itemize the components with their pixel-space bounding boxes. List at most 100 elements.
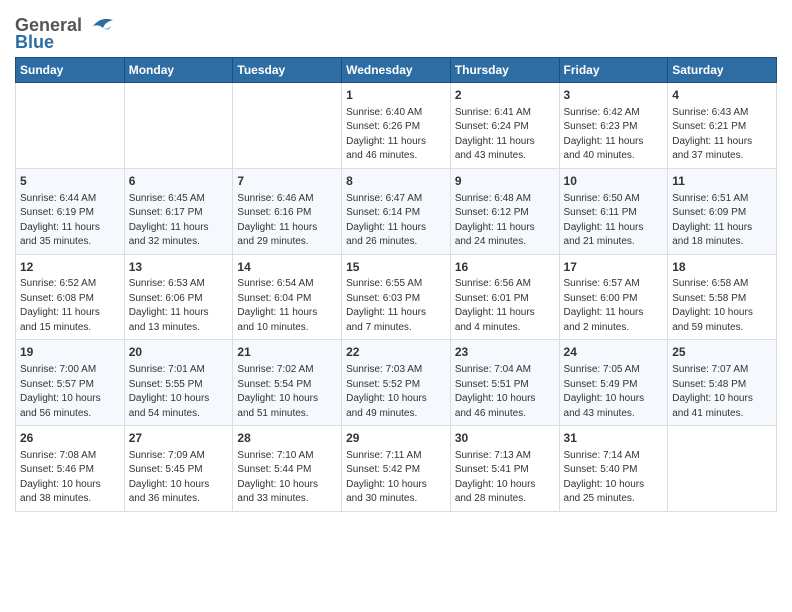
day-info: Sunrise: 6:50 AM Sunset: 6:11 PM Dayligh… xyxy=(564,192,664,250)
weekday-header-monday: Monday xyxy=(124,58,233,83)
day-number: 4 xyxy=(672,87,772,104)
calendar-cell: 11 Sunrise: 6:51 AM Sunset: 6:09 PM Dayli… xyxy=(668,168,777,254)
day-info: Sunrise: 7:10 AM Sunset: 5:44 PM Dayligh… xyxy=(237,449,337,507)
calendar-cell xyxy=(668,426,777,512)
calendar-cell: 27 Sunrise: 7:09 AM Sunset: 5:45 PM Dayli… xyxy=(124,426,233,512)
day-number: 22 xyxy=(346,344,446,361)
calendar-cell: 24 Sunrise: 7:05 AM Sunset: 5:49 PM Dayli… xyxy=(559,340,668,426)
day-info: Sunrise: 6:44 AM Sunset: 6:19 PM Dayligh… xyxy=(20,192,120,250)
day-number: 24 xyxy=(564,344,664,361)
calendar-cell: 20Sunrise: 7:01 AM Sunset: 5:55 PM Dayli… xyxy=(124,340,233,426)
day-info: Sunrise: 6:57 AM Sunset: 6:00 PM Dayligh… xyxy=(564,277,664,335)
calendar-cell: 16Sunrise: 6:56 AM Sunset: 6:01 PM Dayli… xyxy=(450,254,559,340)
day-info: Sunrise: 7:05 AM Sunset: 5:49 PM Dayligh… xyxy=(564,363,664,421)
week-row-4: 19 Sunrise: 7:00 AM Sunset: 5:57 PM Dayli… xyxy=(16,340,777,426)
weekday-header-friday: Friday xyxy=(559,58,668,83)
day-number: 9 xyxy=(455,173,555,190)
calendar-cell: 7Sunrise: 6:46 AM Sunset: 6:16 PM Daylig… xyxy=(233,168,342,254)
week-row-1: 1 Sunrise: 6:40 AM Sunset: 6:26 PM Daylig… xyxy=(16,83,777,169)
calendar-cell: 21 Sunrise: 7:02 AM Sunset: 5:54 PM Dayli… xyxy=(233,340,342,426)
day-number: 23 xyxy=(455,344,555,361)
calendar-cell: 12Sunrise: 6:52 AM Sunset: 6:08 PM Dayli… xyxy=(16,254,125,340)
weekday-header-saturday: Saturday xyxy=(668,58,777,83)
day-number: 28 xyxy=(237,430,337,447)
day-info: Sunrise: 6:40 AM Sunset: 6:26 PM Dayligh… xyxy=(346,106,446,164)
day-info: Sunrise: 6:54 AM Sunset: 6:04 PM Dayligh… xyxy=(237,277,337,335)
day-info: Sunrise: 7:07 AM Sunset: 5:48 PM Dayligh… xyxy=(672,363,772,421)
calendar-cell: 23 Sunrise: 7:04 AM Sunset: 5:51 PM Dayli… xyxy=(450,340,559,426)
week-row-3: 12Sunrise: 6:52 AM Sunset: 6:08 PM Dayli… xyxy=(16,254,777,340)
day-number: 13 xyxy=(129,259,229,276)
day-number: 10 xyxy=(564,173,664,190)
day-info: Sunrise: 6:45 AM Sunset: 6:17 PM Dayligh… xyxy=(129,192,229,250)
week-row-2: 5 Sunrise: 6:44 AM Sunset: 6:19 PM Daylig… xyxy=(16,168,777,254)
day-number: 16 xyxy=(455,259,555,276)
calendar-cell: 4 Sunrise: 6:43 AM Sunset: 6:21 PM Daylig… xyxy=(668,83,777,169)
calendar-cell: 19 Sunrise: 7:00 AM Sunset: 5:57 PM Dayli… xyxy=(16,340,125,426)
calendar-cell: 17Sunrise: 6:57 AM Sunset: 6:00 PM Dayli… xyxy=(559,254,668,340)
calendar-cell: 14Sunrise: 6:54 AM Sunset: 6:04 PM Dayli… xyxy=(233,254,342,340)
day-number: 25 xyxy=(672,344,772,361)
day-number: 7 xyxy=(237,173,337,190)
calendar-cell: 2Sunrise: 6:41 AM Sunset: 6:24 PM Daylig… xyxy=(450,83,559,169)
weekday-header-row: SundayMondayTuesdayWednesdayThursdayFrid… xyxy=(16,58,777,83)
weekday-header-tuesday: Tuesday xyxy=(233,58,342,83)
day-info: Sunrise: 7:13 AM Sunset: 5:41 PM Dayligh… xyxy=(455,449,555,507)
calendar-cell: 3 Sunrise: 6:42 AM Sunset: 6:23 PM Daylig… xyxy=(559,83,668,169)
week-row-5: 26 Sunrise: 7:08 AM Sunset: 5:46 PM Dayli… xyxy=(16,426,777,512)
day-info: Sunrise: 6:55 AM Sunset: 6:03 PM Dayligh… xyxy=(346,277,446,335)
day-number: 8 xyxy=(346,173,446,190)
calendar-cell: 8Sunrise: 6:47 AM Sunset: 6:14 PM Daylig… xyxy=(342,168,451,254)
day-info: Sunrise: 6:51 AM Sunset: 6:09 PM Dayligh… xyxy=(672,192,772,250)
day-number: 2 xyxy=(455,87,555,104)
day-info: Sunrise: 7:02 AM Sunset: 5:54 PM Dayligh… xyxy=(237,363,337,421)
day-info: Sunrise: 7:11 AM Sunset: 5:42 PM Dayligh… xyxy=(346,449,446,507)
day-number: 5 xyxy=(20,173,120,190)
day-info: Sunrise: 6:42 AM Sunset: 6:23 PM Dayligh… xyxy=(564,106,664,164)
calendar-cell: 25 Sunrise: 7:07 AM Sunset: 5:48 PM Dayli… xyxy=(668,340,777,426)
calendar-cell: 31 Sunrise: 7:14 AM Sunset: 5:40 PM Dayli… xyxy=(559,426,668,512)
day-number: 12 xyxy=(20,259,120,276)
day-info: Sunrise: 6:58 AM Sunset: 5:58 PM Dayligh… xyxy=(672,277,772,335)
day-info: Sunrise: 7:00 AM Sunset: 5:57 PM Dayligh… xyxy=(20,363,120,421)
day-number: 11 xyxy=(672,173,772,190)
day-info: Sunrise: 7:09 AM Sunset: 5:45 PM Dayligh… xyxy=(129,449,229,507)
day-info: Sunrise: 6:43 AM Sunset: 6:21 PM Dayligh… xyxy=(672,106,772,164)
calendar-cell: 30 Sunrise: 7:13 AM Sunset: 5:41 PM Dayli… xyxy=(450,426,559,512)
calendar-cell: 29 Sunrise: 7:11 AM Sunset: 5:42 PM Dayli… xyxy=(342,426,451,512)
calendar-cell: 5 Sunrise: 6:44 AM Sunset: 6:19 PM Daylig… xyxy=(16,168,125,254)
day-info: Sunrise: 7:04 AM Sunset: 5:51 PM Dayligh… xyxy=(455,363,555,421)
day-number: 29 xyxy=(346,430,446,447)
day-number: 31 xyxy=(564,430,664,447)
calendar-cell xyxy=(233,83,342,169)
calendar-cell: 9Sunrise: 6:48 AM Sunset: 6:12 PM Daylig… xyxy=(450,168,559,254)
calendar-cell xyxy=(124,83,233,169)
calendar-cell: 28 Sunrise: 7:10 AM Sunset: 5:44 PM Dayli… xyxy=(233,426,342,512)
logo-blue-text: Blue xyxy=(15,32,54,53)
calendar-cell: 1 Sunrise: 6:40 AM Sunset: 6:26 PM Daylig… xyxy=(342,83,451,169)
day-number: 26 xyxy=(20,430,120,447)
day-info: Sunrise: 7:01 AM Sunset: 5:55 PM Dayligh… xyxy=(129,363,229,421)
weekday-header-wednesday: Wednesday xyxy=(342,58,451,83)
day-number: 18 xyxy=(672,259,772,276)
calendar-cell: 13Sunrise: 6:53 AM Sunset: 6:06 PM Dayli… xyxy=(124,254,233,340)
weekday-header-thursday: Thursday xyxy=(450,58,559,83)
day-info: Sunrise: 7:08 AM Sunset: 5:46 PM Dayligh… xyxy=(20,449,120,507)
day-number: 21 xyxy=(237,344,337,361)
calendar-cell: 22 Sunrise: 7:03 AM Sunset: 5:52 PM Dayli… xyxy=(342,340,451,426)
day-number: 3 xyxy=(564,87,664,104)
calendar-cell: 26 Sunrise: 7:08 AM Sunset: 5:46 PM Dayli… xyxy=(16,426,125,512)
day-number: 27 xyxy=(129,430,229,447)
logo: General Blue xyxy=(15,14,117,53)
calendar-cell xyxy=(16,83,125,169)
day-info: Sunrise: 7:03 AM Sunset: 5:52 PM Dayligh… xyxy=(346,363,446,421)
day-number: 14 xyxy=(237,259,337,276)
day-number: 30 xyxy=(455,430,555,447)
calendar-cell: 10 Sunrise: 6:50 AM Sunset: 6:11 PM Dayli… xyxy=(559,168,668,254)
day-number: 19 xyxy=(20,344,120,361)
day-info: Sunrise: 6:52 AM Sunset: 6:08 PM Dayligh… xyxy=(20,277,120,335)
calendar-cell: 18Sunrise: 6:58 AM Sunset: 5:58 PM Dayli… xyxy=(668,254,777,340)
day-number: 1 xyxy=(346,87,446,104)
day-number: 6 xyxy=(129,173,229,190)
day-info: Sunrise: 7:14 AM Sunset: 5:40 PM Dayligh… xyxy=(564,449,664,507)
